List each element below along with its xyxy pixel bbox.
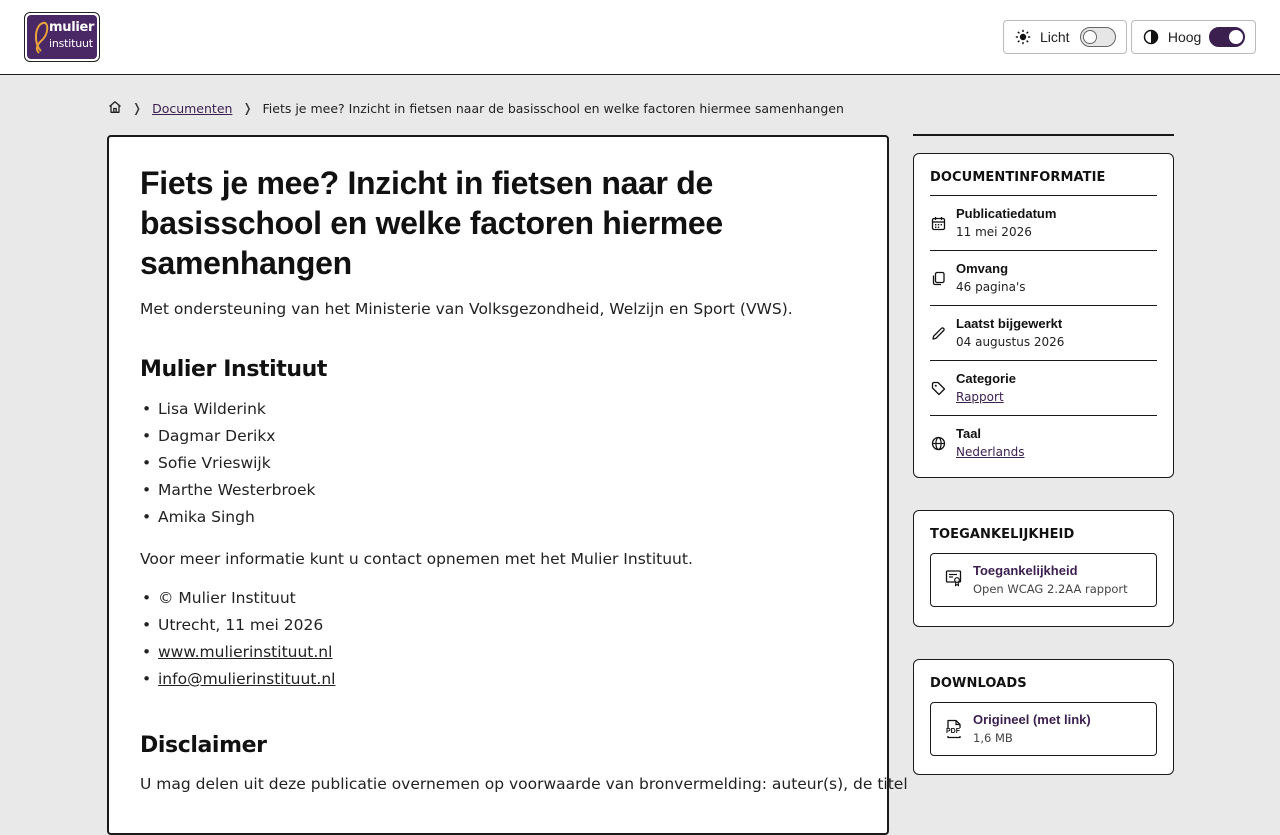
accessibility-panel: TOEGANKELIJKHEID Toegankelijkheid Open W… xyxy=(913,510,1174,627)
contact-text: Voor meer informatie kunt u contact opne… xyxy=(140,550,693,568)
disclaimer-text: U mag delen uit deze publicatie overneme… xyxy=(140,775,908,793)
list-item: Sofie Vrieswijk xyxy=(140,450,856,477)
list-item: Lisa Wilderink xyxy=(140,396,856,423)
high-toggle-label: Hoog xyxy=(1167,29,1202,45)
switch-knob xyxy=(1083,29,1097,44)
certificate-icon xyxy=(945,569,963,591)
info-row-publication-date: Publicatiedatum 11 mei 2026 xyxy=(930,196,1157,251)
high-contrast-toggle[interactable]: Hoog xyxy=(1131,20,1256,54)
sidebar-divider xyxy=(913,134,1174,136)
breadcrumb-separator: ❭ xyxy=(132,101,143,115)
light-mode-toggle[interactable]: Licht xyxy=(1003,20,1127,54)
list-item: Dagmar Derikx xyxy=(140,423,856,450)
card-link-subtitle: 1,6 MB xyxy=(973,731,1013,745)
list-item: Marthe Westerbroek xyxy=(140,477,856,504)
logo-text-instituut: instituut xyxy=(49,37,93,50)
pdf-icon-label: PDF xyxy=(945,728,961,736)
pencil-icon xyxy=(930,325,946,341)
info-label: Categorie xyxy=(956,371,1016,386)
site-header: mulier instituut Licht Hoog xyxy=(0,0,1280,75)
page-subtitle: Met ondersteuning van het Ministerie van… xyxy=(140,300,793,318)
logo-text-mulier: mulier xyxy=(49,20,95,35)
light-toggle-label: Licht xyxy=(1040,29,1070,45)
email-link[interactable]: info@mulierinstituut.nl xyxy=(158,670,335,688)
contrast-icon xyxy=(1142,28,1160,46)
list-item: www.mulierinstituut.nl xyxy=(140,639,856,666)
list-item: © Mulier Instituut xyxy=(140,585,856,612)
info-label: Publicatiedatum xyxy=(956,206,1057,221)
info-row-size: Omvang 46 pagina's xyxy=(930,251,1157,306)
sun-icon xyxy=(1014,28,1032,46)
card-link-title: Origineel (met link) xyxy=(973,712,1091,727)
language-link[interactable]: Nederlands xyxy=(956,445,1024,459)
meta-list: © Mulier Instituut Utrecht, 11 mei 2026 … xyxy=(140,585,856,693)
website-link[interactable]: www.mulierinstituut.nl xyxy=(158,643,332,661)
logo-mark: mulier instituut xyxy=(27,15,97,59)
mulier-logo[interactable]: mulier instituut xyxy=(24,12,100,62)
info-label: Taal xyxy=(956,426,982,441)
info-row-language: Taal Nederlands xyxy=(930,416,1157,461)
section-heading-mulier: Mulier Instituut xyxy=(140,357,328,382)
downloads-panel: DOWNLOADS PDF Origineel (met link) 1,6 M… xyxy=(913,659,1174,775)
list-item: Amika Singh xyxy=(140,504,856,531)
authors-list: Lisa Wilderink Dagmar Derikx Sofie Vries… xyxy=(140,396,856,531)
info-row-last-updated: Laatst bijgewerkt 04 augustus 2026 xyxy=(930,306,1157,361)
accessibility-report-button[interactable]: Toegankelijkheid Open WCAG 2.2AA rapport xyxy=(930,553,1157,607)
panel-title: DOWNLOADS xyxy=(930,676,1027,691)
info-row-category: Categorie Rapport xyxy=(930,361,1157,416)
download-original-button[interactable]: PDF Origineel (met link) 1,6 MB xyxy=(930,702,1157,756)
panel-title: TOEGANKELIJKHEID xyxy=(930,527,1075,542)
globe-icon xyxy=(930,435,946,451)
breadcrumb-current: Fiets je mee? Inzicht in fietsen naar de… xyxy=(262,100,844,116)
home-icon[interactable] xyxy=(108,100,122,117)
tag-icon xyxy=(930,380,946,396)
panel-title: DOCUMENTINFORMATIE xyxy=(930,170,1157,196)
high-contrast-switch[interactable] xyxy=(1209,27,1245,47)
list-item: Utrecht, 11 mei 2026 xyxy=(140,612,856,639)
pages-icon xyxy=(930,270,946,286)
info-value: 11 mei 2026 xyxy=(956,225,1032,239)
breadcrumb-documenten-link[interactable]: Documenten xyxy=(152,101,232,116)
document-info-panel: DOCUMENTINFORMATIE Publicatiedatum 11 me… xyxy=(913,153,1174,478)
card-link-title: Toegankelijkheid xyxy=(973,563,1078,578)
list-item: info@mulierinstituut.nl xyxy=(140,666,856,693)
breadcrumb-separator: ❭ xyxy=(242,101,253,115)
page-title: Fiets je mee? Inzicht in fietsen naar de… xyxy=(140,165,723,281)
breadcrumb: ❭ Documenten ❭ Fiets je mee? Inzicht in … xyxy=(108,99,844,117)
document-content: Fiets je mee? Inzicht in fietsen naar de… xyxy=(107,135,908,835)
calendar-icon xyxy=(930,215,946,231)
info-value: 46 pagina's xyxy=(956,280,1026,294)
category-link[interactable]: Rapport xyxy=(956,390,1004,404)
info-value: 04 augustus 2026 xyxy=(956,335,1065,349)
card-link-subtitle: Open WCAG 2.2AA rapport xyxy=(973,582,1128,596)
switch-knob xyxy=(1228,29,1243,44)
light-switch[interactable] xyxy=(1080,27,1116,47)
pdf-icon: PDF xyxy=(945,719,963,739)
section-heading-disclaimer: Disclaimer xyxy=(140,733,267,758)
info-label: Omvang xyxy=(956,261,1009,276)
info-label: Laatst bijgewerkt xyxy=(956,316,1063,331)
